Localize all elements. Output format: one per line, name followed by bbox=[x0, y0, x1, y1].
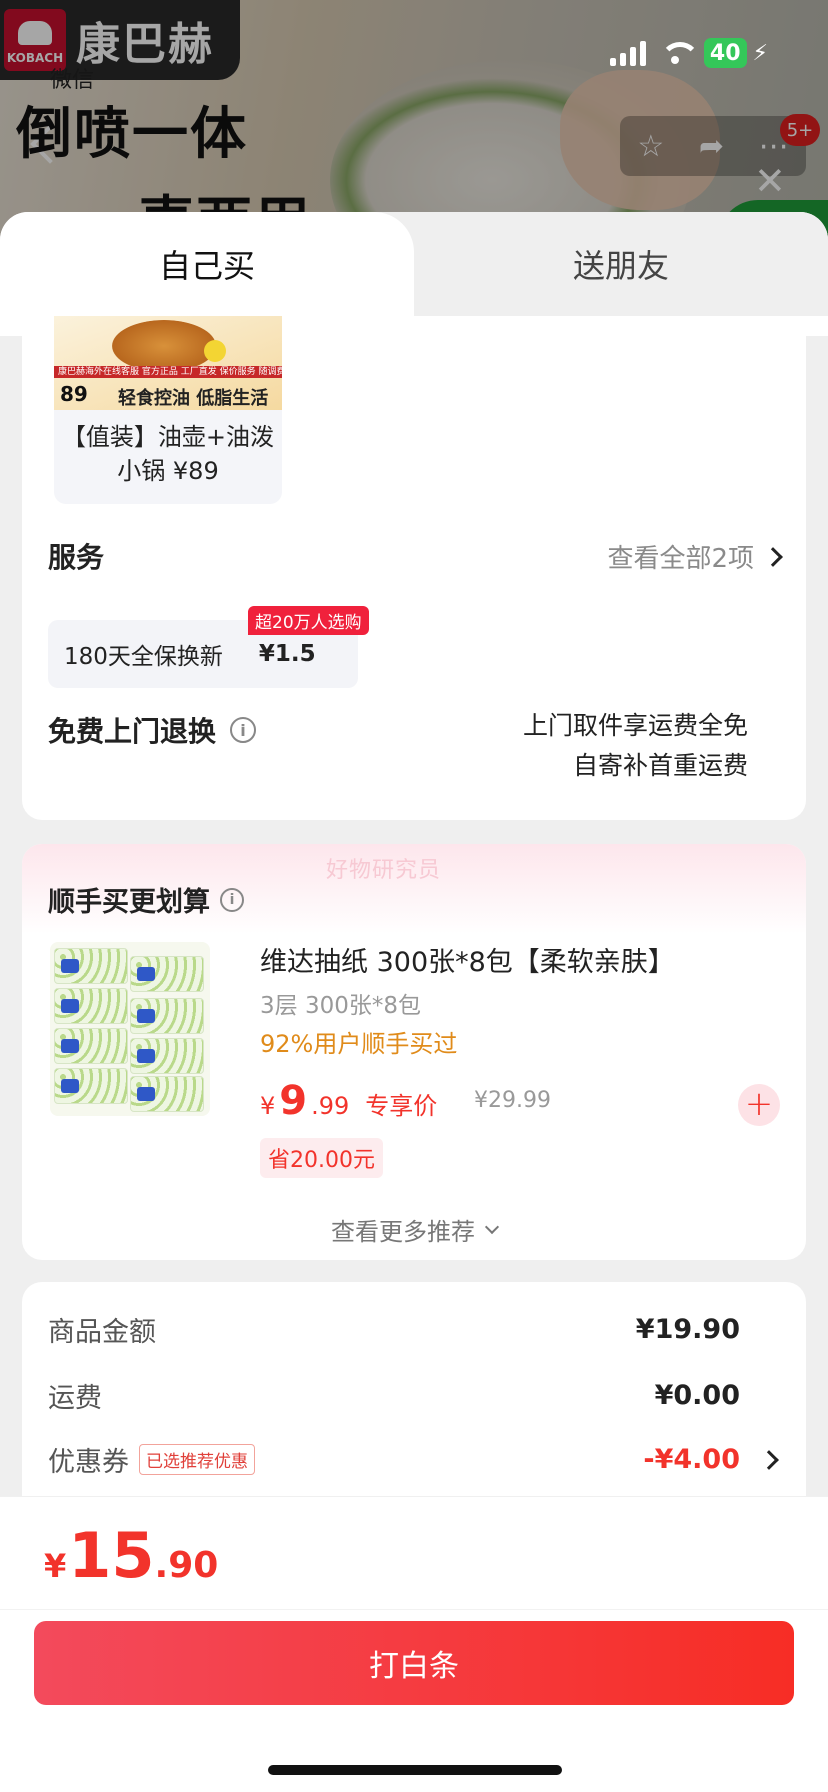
shipping-value: ¥0.00 bbox=[654, 1380, 740, 1411]
screen: KOBACH 康巴赫 微信 倒喷一体 一壶两用 ☆ ➦ ⋯ 5+ ✕ 40 ⚡ … bbox=[0, 0, 828, 1792]
shipping-row: 运费 ¥0.00 bbox=[48, 1376, 780, 1415]
tissue-product-image[interactable] bbox=[50, 942, 210, 1116]
info-icon[interactable]: i bbox=[230, 717, 257, 743]
food-image bbox=[112, 320, 216, 372]
shipping-label: 运费 bbox=[48, 1383, 102, 1414]
home-indicator[interactable] bbox=[268, 1765, 562, 1775]
free-return-line-2: 自寄补首重运费 bbox=[572, 751, 748, 780]
free-return-title: 免费上门退换 bbox=[48, 715, 217, 748]
purchase-mode-tabs: 自己买 送朋友 bbox=[0, 212, 828, 316]
battery-level: 40 bbox=[709, 40, 741, 66]
tab-buy-for-self[interactable]: 自己买 bbox=[0, 212, 448, 316]
goods-amount-value: ¥19.90 bbox=[635, 1314, 740, 1345]
goods-amount-label: 商品金额 bbox=[48, 1317, 156, 1348]
goods-amount-row: 商品金额 ¥19.90 bbox=[48, 1310, 780, 1349]
add-to-order-button[interactable]: + bbox=[738, 1084, 780, 1126]
coupon-value: -¥4.00 bbox=[643, 1444, 740, 1475]
bundle-name: 【值装】油壶+油泼小锅 ¥89 bbox=[61, 423, 275, 485]
total-price: ¥ 15 .90 bbox=[44, 1519, 218, 1592]
free-return-line-1: 上门取件享运费全免 bbox=[522, 711, 748, 740]
addon-product-name[interactable]: 维达抽纸 300张*8包【柔软亲肤】 bbox=[260, 940, 675, 979]
pay-button-label: 打白条 bbox=[369, 1649, 459, 1684]
signal-icon bbox=[609, 40, 646, 66]
coupon-row[interactable]: 优惠券 已选推荐优惠 -¥4.00 bbox=[48, 1440, 780, 1479]
divider bbox=[0, 1609, 828, 1610]
info-icon[interactable]: i bbox=[220, 887, 244, 912]
bundle-image-slogan: 轻食控油 低脂生活 bbox=[118, 388, 269, 409]
bundle-option[interactable]: 康巴赫海外在线客服 官方正品 工厂直发 保价服务 随调费用 89 轻食控油 低脂… bbox=[54, 316, 282, 504]
total-currency: ¥ bbox=[44, 1547, 67, 1585]
service-title-text: 服务 bbox=[48, 541, 105, 574]
tab-label: 自己买 bbox=[158, 247, 255, 285]
charging-icon: ⚡ bbox=[752, 40, 768, 66]
status-bar: 40 ⚡ bbox=[609, 38, 768, 68]
watermark-text: 好物研究员 bbox=[326, 858, 442, 883]
price-tag: 专享价 bbox=[365, 1092, 438, 1120]
addon-card: 好物研究员 顺手买更划算 i 维达抽纸 300张*8包【柔软亲肤】 3层 300… bbox=[22, 844, 806, 1260]
bundle-image: 康巴赫海外在线客服 官方正品 工厂直发 保价服务 随调费用 89 轻食控油 低脂… bbox=[54, 316, 282, 410]
price-integer: 9 bbox=[279, 1078, 308, 1124]
price-currency: ¥ bbox=[260, 1092, 276, 1120]
chevron-right-icon bbox=[763, 546, 783, 567]
addon-title-text: 顺手买更划算 bbox=[48, 887, 210, 918]
pay-button[interactable]: 打白条 bbox=[34, 1621, 794, 1705]
addon-title: 顺手买更划算 i bbox=[48, 880, 244, 919]
wifi-icon bbox=[659, 42, 700, 64]
total-decimal: .90 bbox=[154, 1545, 219, 1586]
free-return-description: 上门取件享运费全免 自寄补首重运费 bbox=[523, 706, 748, 786]
bundle-image-price: 89 bbox=[60, 382, 88, 406]
chevron-right-icon bbox=[759, 1449, 779, 1470]
popularity-badge: 超20万人选购 bbox=[248, 606, 369, 635]
savings-badge: 省20.00元 bbox=[260, 1138, 383, 1178]
price-summary-card: 商品金额 ¥19.90 运费 ¥0.00 优惠券 已选推荐优惠 -¥4.00 bbox=[22, 1282, 806, 1522]
lemon-image bbox=[204, 340, 226, 362]
battery-indicator: 40 bbox=[703, 38, 747, 68]
coupon-tag: 已选推荐优惠 bbox=[139, 1444, 255, 1475]
chevron-down-icon bbox=[484, 1219, 500, 1234]
original-price: ¥29.99 bbox=[474, 1088, 551, 1113]
more-recommendations-link[interactable]: 查看更多推荐 bbox=[22, 1212, 806, 1247]
addon-product-price: ¥ 9 .99 专享价 bbox=[260, 1078, 437, 1124]
tab-gift-to-friend[interactable]: 送朋友 bbox=[414, 212, 828, 316]
options-card: 康巴赫海外在线客服 官方正品 工厂直发 保价服务 随调费用 89 轻食控油 低脂… bbox=[0, 316, 828, 820]
total-integer: 15 bbox=[68, 1519, 155, 1592]
service-view-all[interactable]: 查看全部2项 bbox=[607, 538, 783, 575]
checkout-bar: ¥ 15 .90 打白条 bbox=[0, 1496, 828, 1792]
tab-label: 送朋友 bbox=[572, 247, 669, 285]
coupon-label-group: 优惠券 已选推荐优惠 bbox=[48, 1440, 255, 1479]
addon-product-hint: 92%用户顺手买过 bbox=[260, 1030, 458, 1058]
price-decimal: .99 bbox=[311, 1092, 350, 1120]
coupon-label: 优惠券 bbox=[48, 1447, 129, 1478]
addon-product-spec: 3层 300张*8包 bbox=[260, 993, 421, 1019]
bundle-image-strip: 康巴赫海外在线客服 官方正品 工厂直发 保价服务 随调费用 bbox=[54, 366, 282, 378]
more-recommendations-label: 查看更多推荐 bbox=[331, 1218, 475, 1246]
service-option-price: ¥1.5 bbox=[258, 641, 316, 667]
service-view-all-label: 查看全部2项 bbox=[607, 544, 754, 574]
service-option-warranty[interactable]: 180天全保换新 ¥1.5 超20万人选购 bbox=[48, 606, 369, 688]
service-option-label: 180天全保换新 bbox=[64, 644, 223, 670]
